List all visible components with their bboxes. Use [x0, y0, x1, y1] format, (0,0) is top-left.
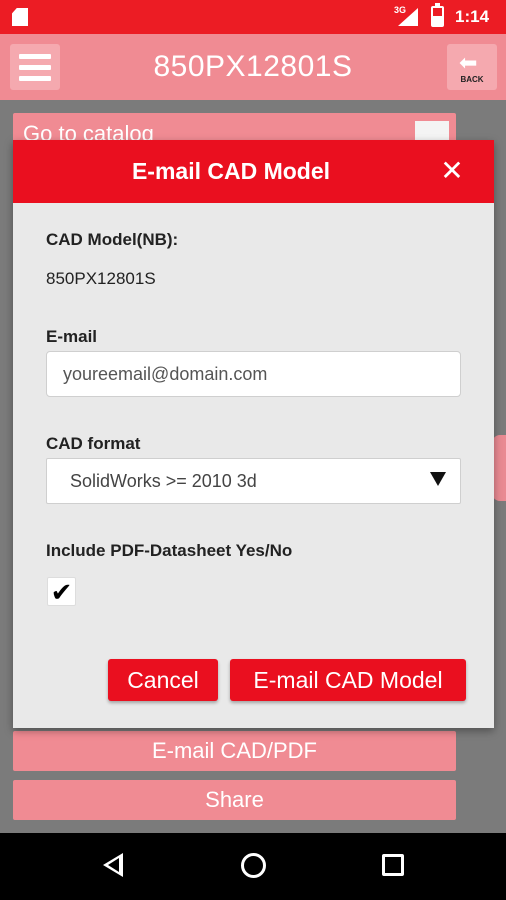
- close-icon[interactable]: ✕: [437, 154, 467, 188]
- cad-format-value: SolidWorks >= 2010 3d: [70, 471, 257, 491]
- navigation-bar: [0, 833, 506, 900]
- battery-icon: [431, 3, 444, 27]
- dropdown-arrow-icon: [430, 472, 446, 486]
- arrow-left-icon: ⬅: [459, 50, 478, 75]
- email-cad-pdf-button[interactable]: E-mail CAD/PDF: [13, 731, 456, 771]
- nav-back-icon[interactable]: [103, 853, 123, 877]
- dialog-header: E-mail CAD Model ✕: [13, 140, 494, 203]
- cad-model-label: CAD Model(NB):: [46, 230, 179, 249]
- nav-recents-icon[interactable]: [382, 854, 404, 876]
- signal-icon: [398, 8, 418, 26]
- back-button[interactable]: ⬅ BACK: [447, 44, 497, 90]
- back-label: BACK: [460, 75, 484, 84]
- email-cad-model-button[interactable]: E-mail CAD Model: [230, 659, 466, 701]
- share-button[interactable]: Share: [13, 780, 456, 820]
- include-pdf-label: Include PDF-Datasheet Yes/No: [46, 541, 293, 560]
- page-title: 850PX12801S: [153, 50, 353, 83]
- email-label: E-mail: [46, 327, 98, 346]
- cancel-button[interactable]: Cancel: [108, 659, 218, 701]
- cad-model-value: 850PX12801S: [46, 269, 156, 288]
- app-bar: 850PX12801S ⬅ BACK: [0, 34, 506, 100]
- dialog-title: E-mail CAD Model: [131, 158, 331, 184]
- nav-home-icon[interactable]: [241, 853, 266, 878]
- side-tab[interactable]: [492, 435, 506, 501]
- include-pdf-checkbox[interactable]: ✔: [47, 577, 76, 607]
- email-cad-dialog: E-mail CAD Model ✕ CAD Model(NB): 850PX1…: [13, 140, 494, 728]
- clock: 1:14: [455, 7, 490, 26]
- cad-format-select[interactable]: SolidWorks >= 2010 3d: [46, 458, 461, 504]
- cad-format-label: CAD format: [46, 434, 141, 453]
- status-bar: 3G 1:14: [0, 0, 506, 34]
- sd-card-icon: [12, 8, 28, 26]
- email-field[interactable]: youreemail@domain.com: [46, 351, 461, 397]
